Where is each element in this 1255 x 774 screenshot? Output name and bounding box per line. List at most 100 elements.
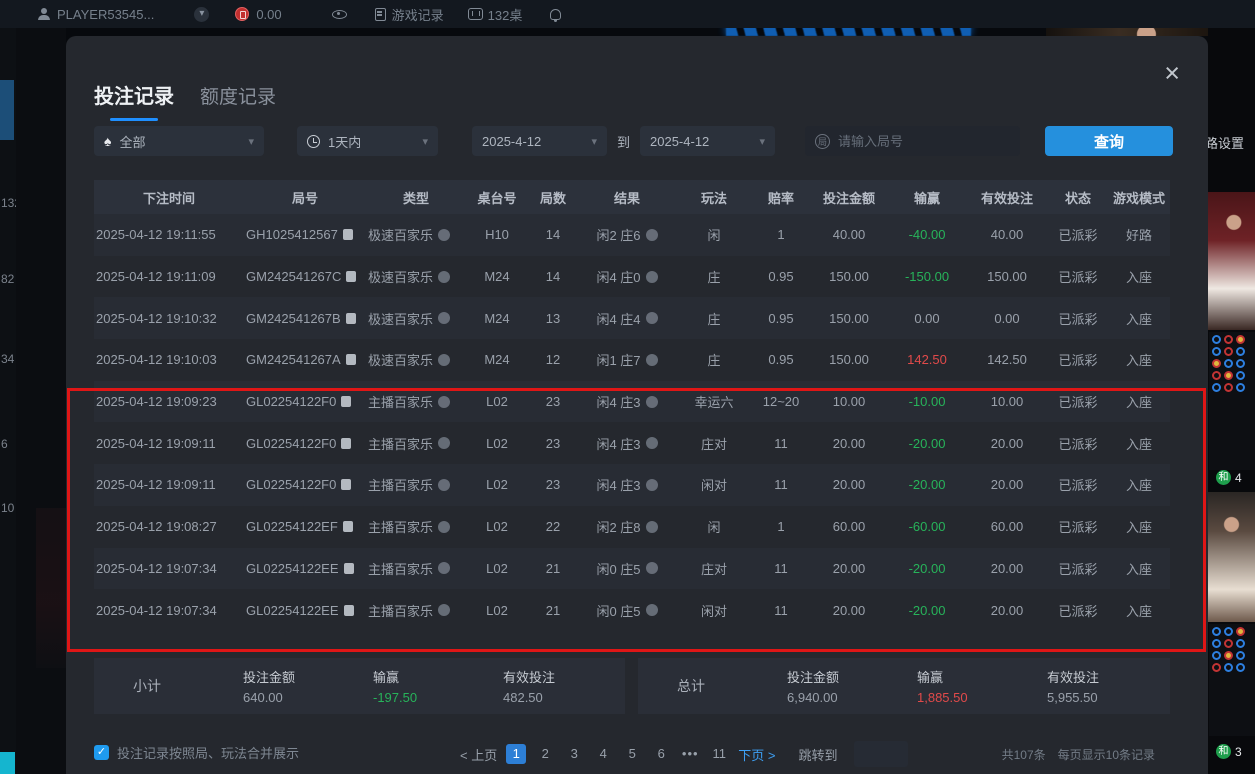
copy-icon[interactable] xyxy=(346,354,356,365)
tie-icon: 和 xyxy=(1216,470,1231,485)
cell-table_no: L02 xyxy=(486,603,508,618)
cell-round: GL02254122EE xyxy=(246,603,339,618)
close-icon[interactable]: × xyxy=(1164,60,1180,86)
copy-icon[interactable] xyxy=(341,396,351,407)
copy-icon[interactable] xyxy=(346,271,356,282)
cell-odds: 11 xyxy=(774,561,788,576)
cell-table_no: L02 xyxy=(486,477,508,492)
round-search-input[interactable] xyxy=(838,134,1010,149)
cell-play: 闲 xyxy=(707,517,720,536)
merge-checkbox[interactable]: ✓ xyxy=(94,745,109,760)
cell-type: 主播百家乐 xyxy=(368,434,433,453)
cell-play: 闲对 xyxy=(701,601,727,620)
chevron-down-icon: ▾ xyxy=(591,135,597,148)
copy-icon[interactable] xyxy=(343,229,353,240)
page-ellipsis[interactable]: ••• xyxy=(680,744,700,764)
cell-table_no: M24 xyxy=(484,269,509,284)
date-to-picker[interactable]: 2025-4-12 ▾ xyxy=(640,126,775,156)
page-button-2[interactable]: 2 xyxy=(535,744,555,764)
cell-valid: 60.00 xyxy=(991,519,1024,534)
info-dot-icon xyxy=(438,354,450,366)
total-count-info: 共107条 xyxy=(1002,746,1046,763)
roadmap-dot xyxy=(1236,663,1245,672)
info-dot-icon xyxy=(646,354,658,366)
cell-winloss: 142.50 xyxy=(907,352,947,367)
copy-icon[interactable] xyxy=(346,313,356,324)
copy-icon[interactable] xyxy=(341,438,351,449)
cell-bet: 20.00 xyxy=(833,603,866,618)
tables-count[interactable]: 132桌 xyxy=(488,5,523,24)
page-button-3[interactable]: 3 xyxy=(564,744,584,764)
page-info: 共107条 每页显示10条记录 xyxy=(1002,746,1155,763)
cell-result: 闲2 庄8 xyxy=(596,517,640,536)
cell-status: 已派彩 xyxy=(1058,517,1097,536)
copy-icon[interactable] xyxy=(341,479,351,490)
page-button-6[interactable]: 6 xyxy=(651,744,671,764)
cell-valid: 20.00 xyxy=(991,436,1024,451)
game-records-link[interactable]: 游戏记录 xyxy=(392,5,444,24)
cell-status: 已派彩 xyxy=(1058,309,1097,328)
subtotal-bet-value: 640.00 xyxy=(243,690,330,705)
bell-icon[interactable] xyxy=(550,9,561,20)
per-page-info: 每页显示10条记录 xyxy=(1058,746,1155,763)
roadmap-dot xyxy=(1212,663,1221,672)
cell-result: 闲4 庄3 xyxy=(596,392,640,411)
page-button-4[interactable]: 4 xyxy=(593,744,613,764)
copy-icon[interactable] xyxy=(343,521,353,532)
topbar: PLAYER53545... ▾ 0.00 游戏记录 132桌 xyxy=(0,0,1255,28)
roadmap-dot xyxy=(1212,347,1221,356)
eye-icon[interactable] xyxy=(332,10,347,19)
cell-table_no: L02 xyxy=(486,436,508,451)
cell-mode: 入座 xyxy=(1126,392,1152,411)
dealer-photo[interactable] xyxy=(1208,492,1255,622)
cell-type: 主播百家乐 xyxy=(368,517,433,536)
round-search-box[interactable]: 局 xyxy=(805,126,1020,156)
player-name[interactable]: PLAYER53545... xyxy=(57,7,154,22)
category-dropdown[interactable]: ♠ 全部 ▾ xyxy=(94,126,264,156)
table-row: 2025-04-12 19:09:11GL02254122F0主播百家乐L022… xyxy=(94,464,1170,506)
cell-status: 已派彩 xyxy=(1058,601,1097,620)
cell-type: 极速百家乐 xyxy=(368,309,433,328)
cell-time: 2025-04-12 19:11:55 xyxy=(96,227,216,242)
copy-icon[interactable] xyxy=(344,605,354,616)
filter-bar: ♠ 全部 ▾ 1天内 ▾ 2025-4-12 ▾ 到 2025-4-12 ▾ 局 xyxy=(94,126,1173,156)
dealer-photo[interactable] xyxy=(1208,192,1255,330)
cell-type: 主播百家乐 xyxy=(368,392,433,411)
cell-bet: 150.00 xyxy=(829,352,869,367)
total-valid-value: 5,955.50 xyxy=(1047,690,1170,705)
col-header-odds: 赔率 xyxy=(752,188,810,207)
tab-bet-records[interactable]: 投注记录 xyxy=(94,80,174,121)
player-chevron-down-icon[interactable]: ▾ xyxy=(194,7,209,22)
roadmap-dot xyxy=(1212,359,1221,368)
info-dot-icon xyxy=(646,562,658,574)
roadmap-dot xyxy=(1212,627,1221,636)
cell-type: 极速百家乐 xyxy=(368,225,433,244)
tie-icon: 和 xyxy=(1216,744,1231,759)
cell-bet: 20.00 xyxy=(833,436,866,451)
cell-type: 极速百家乐 xyxy=(368,267,433,286)
cell-play: 庄对 xyxy=(701,434,727,453)
cell-result: 闲0 庄5 xyxy=(596,559,640,578)
cell-mode: 好路 xyxy=(1126,225,1152,244)
next-page-button[interactable]: 下页 > xyxy=(738,745,775,764)
query-button[interactable]: 查询 xyxy=(1045,126,1173,156)
info-dot-icon xyxy=(646,479,658,491)
copy-icon[interactable] xyxy=(344,563,354,574)
sidebar-table-count: 34 xyxy=(1,352,14,366)
date-from-picker[interactable]: 2025-4-12 ▾ xyxy=(472,126,607,156)
jump-page-input[interactable] xyxy=(854,741,908,767)
page-button-5[interactable]: 5 xyxy=(622,744,642,764)
prev-page-button[interactable]: < 上页 xyxy=(460,745,497,764)
page-button-11[interactable]: 11 xyxy=(709,744,729,764)
road-settings-label[interactable]: 路设置 xyxy=(1208,133,1255,152)
sidebar-bottom-tile xyxy=(0,752,15,774)
date-to-value: 2025-4-12 xyxy=(650,134,709,149)
cell-odds: 0.95 xyxy=(768,311,793,326)
sidebar-table-count: 6 xyxy=(1,437,8,451)
cell-mode: 入座 xyxy=(1126,350,1152,369)
time-range-dropdown[interactable]: 1天内 ▾ xyxy=(297,126,438,156)
tab-quota-records[interactable]: 额度记录 xyxy=(200,82,276,121)
page-button-1[interactable]: 1 xyxy=(506,744,526,764)
cell-type: 主播百家乐 xyxy=(368,559,433,578)
cell-type: 主播百家乐 xyxy=(368,601,433,620)
